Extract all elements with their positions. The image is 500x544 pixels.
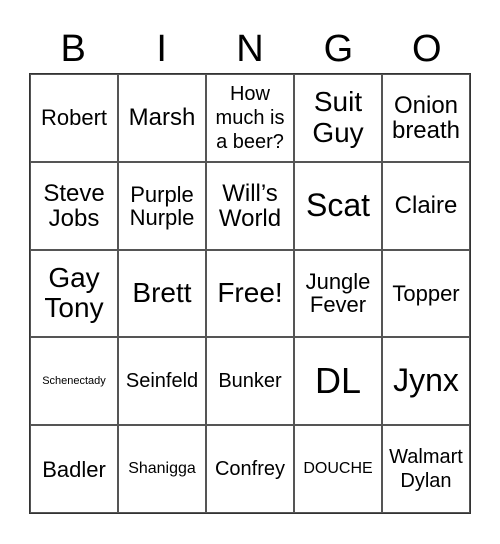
bingo-cell[interactable]: Scat — [294, 161, 382, 250]
bingo-cell[interactable]: Topper — [382, 249, 470, 338]
free-space[interactable]: Free! — [206, 249, 294, 338]
bingo-cell[interactable]: Schenectady — [30, 337, 118, 426]
bingo-cell[interactable]: Jungle Fever — [294, 249, 382, 338]
bingo-board: Robert Marsh How much is a beer? Suit Gu… — [29, 73, 471, 514]
bingo-cell[interactable]: How much is a beer? — [206, 74, 294, 162]
header-letter-o: O — [412, 28, 442, 70]
bingo-cell[interactable]: Suit Guy — [294, 74, 382, 162]
bingo-cell[interactable]: Brett — [118, 249, 206, 338]
bingo-cell[interactable]: Confrey — [206, 425, 294, 513]
header-letter-i: I — [156, 28, 167, 70]
bingo-cell[interactable]: Bunker — [206, 337, 294, 426]
bingo-cell[interactable]: Robert — [30, 74, 118, 162]
bingo-cell[interactable]: Walmart Dylan — [382, 425, 470, 513]
bingo-cell[interactable]: Will’s World — [206, 161, 294, 250]
bingo-cell[interactable]: Steve Jobs — [30, 161, 118, 250]
bingo-cell[interactable]: Jynx — [382, 337, 470, 426]
bingo-cell[interactable]: Onion breath — [382, 74, 470, 162]
bingo-cell[interactable]: DOUCHE — [294, 425, 382, 513]
header-letter-g: G — [323, 28, 354, 70]
bingo-cell[interactable]: Claire — [382, 161, 470, 250]
bingo-cell[interactable]: Badler — [30, 425, 118, 513]
bingo-cell[interactable]: DL — [294, 337, 382, 426]
bingo-cell[interactable]: Marsh — [118, 74, 206, 162]
bingo-cell[interactable]: Purple Nurple — [118, 161, 206, 250]
bingo-cell[interactable]: Seinfeld — [118, 337, 206, 426]
bingo-cell[interactable]: Gay Tony — [30, 249, 118, 338]
bingo-cell[interactable]: Shanigga — [118, 425, 206, 513]
header-letter-b: B — [60, 28, 86, 70]
header-letter-n: N — [236, 28, 264, 70]
bingo-header: B I N G O — [29, 24, 471, 74]
